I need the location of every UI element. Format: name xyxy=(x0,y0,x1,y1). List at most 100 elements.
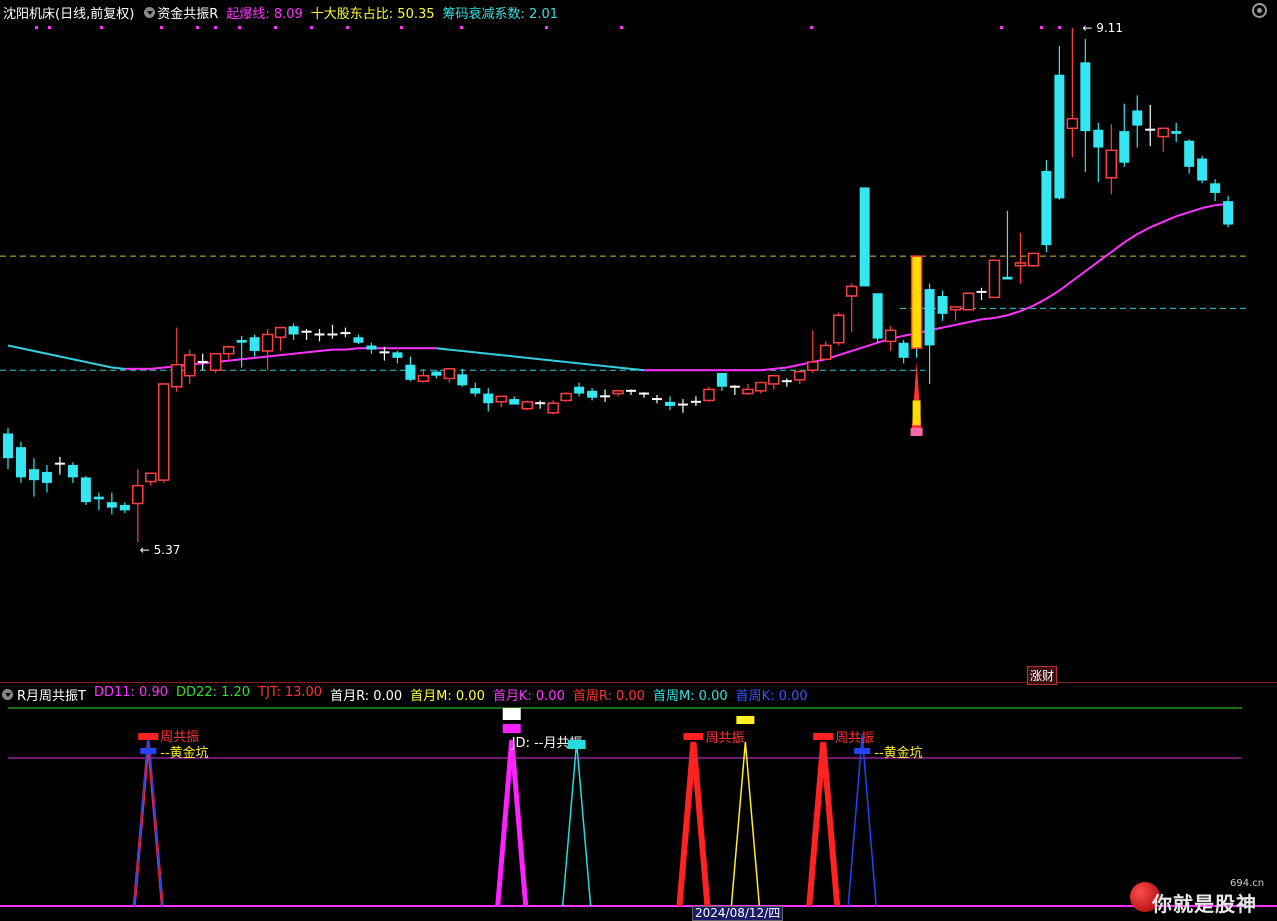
candle-body xyxy=(431,371,442,376)
ma-segment xyxy=(280,352,294,357)
sub-value-8: 首周K: 0.00 xyxy=(735,688,808,704)
ma-segment xyxy=(7,344,22,350)
ma-segment xyxy=(20,347,35,352)
candle-body xyxy=(1132,110,1143,126)
ma-segment xyxy=(241,356,255,361)
ma-segment xyxy=(955,321,969,326)
candle-body xyxy=(587,390,598,398)
ma-segment xyxy=(773,366,787,370)
sub-indicator-values: DD11: 0.90 DD22: 1.20 TJT: 13.00 首月R: 0.00 首… xyxy=(94,685,816,704)
signal-dot xyxy=(48,26,51,29)
month-m-spike xyxy=(730,741,761,907)
candle-body xyxy=(119,504,130,511)
candle-body xyxy=(261,333,274,352)
ma-segment xyxy=(150,366,164,370)
signal-arrow-base xyxy=(910,427,923,436)
ma-segment xyxy=(591,363,606,368)
ma-segment xyxy=(942,323,956,329)
sub-value-0: DD11: 0.90 xyxy=(93,684,169,700)
ma-segment xyxy=(1071,270,1086,282)
ma-segment xyxy=(1201,204,1216,210)
signal-dot xyxy=(1058,26,1061,29)
ma-segment xyxy=(1058,280,1073,292)
event-badge[interactable]: 涨财 xyxy=(1027,666,1058,685)
ma-segment xyxy=(1136,226,1151,236)
week-k-spike xyxy=(133,734,164,907)
candle-body xyxy=(949,306,962,311)
ma-segment xyxy=(968,318,982,324)
sub-indicator-dropdown-icon[interactable] xyxy=(2,688,13,700)
logo-text: 你就是股神 xyxy=(1152,892,1257,916)
candle-body xyxy=(742,388,754,395)
week-resonance-marker xyxy=(683,733,704,740)
candle-body xyxy=(1184,140,1195,167)
week-resonance-label: 周共振 xyxy=(835,731,874,746)
ma-segment xyxy=(527,356,541,361)
ma-segment xyxy=(46,352,61,358)
ma-segment xyxy=(1007,310,1021,317)
signal-dot xyxy=(214,26,217,29)
candle-body xyxy=(560,392,572,402)
price-chart[interactable]: ← 9.11← 5.37周共振--黄金坑JD: --月共振 周共振 周共振--黄金坑 xyxy=(0,0,1277,920)
signal-dot xyxy=(460,26,463,29)
ma-segment xyxy=(267,354,281,358)
week-resonance-spike xyxy=(806,741,841,907)
candle-body xyxy=(521,401,533,410)
candle-body xyxy=(794,370,806,381)
ma-segment xyxy=(319,348,333,352)
ma-segment xyxy=(851,345,865,352)
ma-segment xyxy=(1175,211,1190,218)
candle-body xyxy=(1093,129,1104,148)
candle-body xyxy=(353,337,364,343)
signal-dot xyxy=(100,26,103,29)
candle-body xyxy=(574,386,585,394)
candle-body xyxy=(1054,74,1065,199)
candle-body xyxy=(483,393,494,404)
candle-body xyxy=(872,293,883,339)
candle-body xyxy=(1197,158,1208,181)
signal-arrow-core xyxy=(912,400,921,426)
ma-segment xyxy=(98,363,113,369)
candle-body xyxy=(274,326,287,338)
ma-segment xyxy=(1097,251,1112,263)
ma-segment xyxy=(462,349,476,354)
candle-body xyxy=(755,381,767,392)
week-resonance-marker xyxy=(138,733,159,740)
candle-body xyxy=(1066,117,1079,130)
ma-segment xyxy=(1084,260,1099,273)
candle-body xyxy=(962,292,975,311)
candle-body xyxy=(405,364,416,380)
week-resonance-label: 周共振 xyxy=(705,731,744,746)
sub-indicator-name[interactable]: R月周共振T xyxy=(17,685,86,704)
ma-segment xyxy=(604,365,619,369)
ma-segment xyxy=(838,350,853,357)
candle-body xyxy=(249,337,260,351)
month-r-marker xyxy=(502,708,521,720)
ma-segment xyxy=(59,355,74,361)
candle-body xyxy=(937,295,948,314)
candle-body xyxy=(209,352,222,371)
candle-body xyxy=(3,433,13,459)
ma-segment xyxy=(864,341,878,348)
ma-segment xyxy=(254,355,268,359)
month-k-marker xyxy=(502,724,521,733)
site-logo: 你就是股神 694.cn xyxy=(1130,878,1275,918)
ma-segment xyxy=(501,354,515,358)
candle-body xyxy=(832,314,845,344)
low-price-label: ← 5.37 xyxy=(140,543,181,557)
candle-body xyxy=(457,374,468,386)
golden-pit-marker xyxy=(854,748,871,754)
ma-segment xyxy=(228,358,242,362)
candle-body xyxy=(1014,262,1027,267)
ma-segment xyxy=(630,367,645,372)
ma-segment xyxy=(514,355,528,359)
ma-segment xyxy=(1123,233,1138,244)
candle-body xyxy=(392,352,403,358)
candle-body xyxy=(41,471,52,483)
candle-body xyxy=(547,402,559,414)
sub-value-6: 首周R: 0.00 xyxy=(572,688,645,704)
signal-dot xyxy=(1000,26,1003,29)
ma-segment xyxy=(786,363,800,369)
signal-candle xyxy=(910,255,923,349)
candle-body xyxy=(1027,252,1040,267)
